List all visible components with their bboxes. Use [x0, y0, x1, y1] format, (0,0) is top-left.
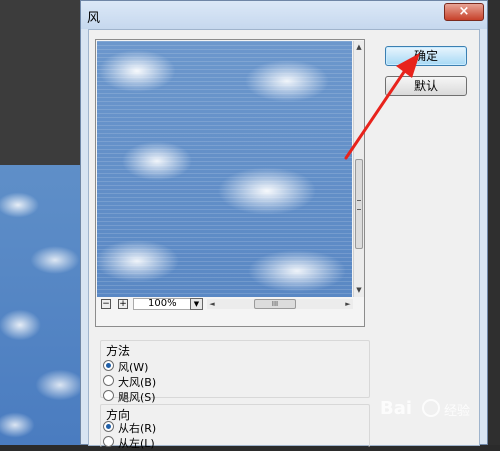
dialog-title: 风 [87, 11, 101, 26]
preview-toolbar: − + 100% ▼ ◄ III ► [97, 298, 363, 310]
zoom-in-button[interactable]: + [118, 299, 128, 309]
scroll-right-icon[interactable]: ► [343, 299, 353, 309]
dialog-titlebar[interactable]: 风 × [81, 1, 487, 29]
app-panel [0, 0, 80, 165]
method-group-title: 方法 [106, 344, 131, 358]
radio-label: 大风(B) [118, 376, 157, 389]
radio-label: 飓风(S) [118, 391, 156, 404]
ok-button[interactable]: 确定 [385, 46, 467, 66]
grip-icon [357, 200, 361, 210]
app-edge [488, 0, 500, 445]
wind-filter-dialog: 风 × ▲ ▼ − + 100% ▼ ◄ III ► 确定 默认 方法 风(W)… [80, 0, 488, 450]
close-button[interactable]: × [444, 3, 484, 21]
radio-label: 从左(L) [118, 437, 155, 450]
close-icon: × [458, 4, 470, 19]
radio-button[interactable] [103, 375, 114, 386]
direction-group: 方向 从右(R) 从左(L) [100, 404, 370, 450]
radio-button[interactable] [103, 390, 114, 401]
radio-label: 从右(R) [118, 422, 157, 435]
default-button[interactable]: 默认 [385, 76, 467, 96]
radio-button[interactable] [103, 421, 114, 432]
preview-image[interactable] [97, 41, 352, 297]
zoom-out-button[interactable]: − [101, 299, 111, 309]
scroll-left-icon[interactable]: ◄ [207, 299, 217, 309]
scroll-down-icon[interactable]: ▼ [354, 285, 364, 295]
radio-button[interactable] [103, 360, 114, 371]
preview-horizontal-scrollbar[interactable]: ◄ III ► [207, 299, 353, 309]
method-group: 方法 风(W) 大风(B) 飓风(S) [100, 340, 370, 404]
chevron-down-icon: ▼ [193, 300, 200, 308]
zoom-dropdown-button[interactable]: ▼ [190, 298, 203, 310]
watermark-text: Bai [380, 398, 413, 419]
paw-icon [422, 399, 440, 417]
radio-button[interactable] [103, 436, 114, 447]
preview-panel: ▲ ▼ − + 100% ▼ ◄ III ► [95, 39, 365, 327]
radio-label: 风(W) [118, 361, 149, 374]
dialog-body: ▲ ▼ − + 100% ▼ ◄ III ► 确定 默认 方法 风(W) 大风(… [88, 29, 480, 450]
watermark-subtext: 经验 [444, 404, 471, 419]
canvas-image [0, 165, 80, 445]
horizontal-scroll-thumb[interactable]: III [254, 299, 296, 309]
vertical-scroll-thumb[interactable] [355, 159, 363, 249]
baidu-watermark: Bai 经验 [378, 396, 488, 422]
scroll-up-icon[interactable]: ▲ [354, 42, 364, 52]
preview-vertical-scrollbar[interactable]: ▲ ▼ [353, 41, 364, 297]
